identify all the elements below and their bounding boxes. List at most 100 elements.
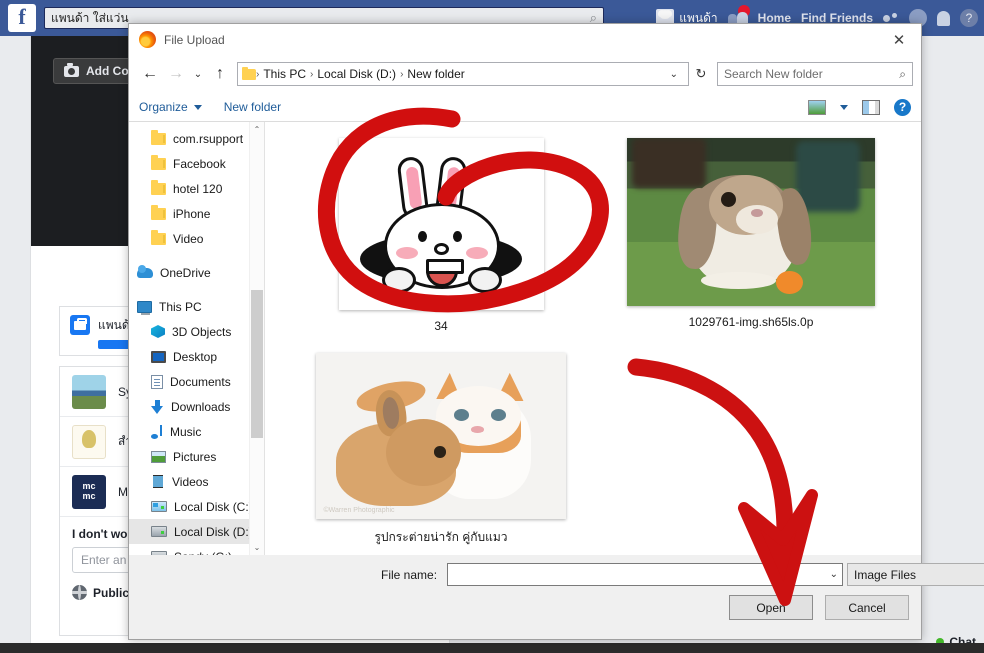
file-type-filter-dropdown[interactable]: Image Files ⌄	[847, 563, 984, 586]
tree-scrollbar[interactable]: ⌃ ⌄	[249, 122, 264, 555]
privacy-label: Public	[93, 585, 130, 600]
back-icon[interactable]: ←	[137, 61, 163, 87]
view-options-icon[interactable]	[808, 99, 826, 115]
dialog-buttons: Open Cancel	[729, 595, 909, 620]
open-button[interactable]: Open	[729, 595, 813, 620]
desktop-icon	[151, 350, 166, 363]
breadcrumb-local-disk-d[interactable]: Local Disk (D:)	[313, 67, 400, 81]
sidebar-item-videos[interactable]: Videos	[129, 469, 264, 494]
drive-icon	[151, 526, 167, 537]
scroll-up-icon[interactable]: ⌃	[250, 122, 264, 137]
chevron-down-icon[interactable]	[840, 104, 848, 110]
sidebar-item-local-disk-c[interactable]: Local Disk (C:)	[129, 494, 264, 519]
scroll-down-icon[interactable]: ⌄	[250, 540, 264, 555]
sidebar-item-3d-objects[interactable]: 3D Objects	[129, 319, 264, 344]
sidebar-item-onedrive[interactable]: OneDrive	[129, 260, 264, 285]
file-thumbnail[interactable]: ©Warren Photographic	[316, 353, 566, 519]
sidebar-item-local-disk-d[interactable]: Local Disk (D:)	[129, 519, 264, 544]
messages-icon[interactable]	[883, 13, 899, 23]
pictures-icon	[151, 450, 166, 463]
sidebar-item-label: 3D Objects	[172, 324, 232, 339]
globe-icon	[72, 585, 87, 600]
close-icon[interactable]: ✕	[877, 24, 921, 55]
add-cover-button[interactable]: Add Co	[53, 58, 140, 84]
dialog-toolbar: Organize New folder ?	[129, 93, 921, 122]
chevron-down-icon[interactable]: ⌄	[664, 69, 684, 80]
file-list-pane[interactable]: 34 1029761-img.sh65ls.0p ©Warren Photogr…	[268, 122, 921, 555]
sidebar-item-facebook[interactable]: Facebook	[129, 151, 264, 176]
file-upload-dialog: File Upload ✕ ← → ⌄ ↑ › This PC › Local …	[128, 23, 984, 640]
sidebar-item-music[interactable]: Music	[129, 419, 264, 444]
sidebar-item-label: OneDrive	[160, 265, 211, 280]
help-icon[interactable]: ?	[960, 9, 978, 27]
help-icon[interactable]: ?	[894, 98, 911, 116]
cony-rabbit-cartoon-image	[356, 155, 526, 305]
preview-pane-icon[interactable]	[862, 99, 880, 115]
file-thumbnail[interactable]	[627, 138, 875, 306]
refresh-icon[interactable]: ↻	[689, 62, 713, 86]
sidebar-item-label: This PC	[159, 299, 202, 314]
videos-icon	[151, 475, 165, 488]
sidebar-item-label: hotel 120	[173, 181, 223, 196]
firefox-icon	[139, 31, 156, 48]
file-name-label: รูปกระต่ายน่ารัก คู่กับแมว	[374, 530, 508, 544]
cancel-button[interactable]: Cancel	[825, 595, 909, 620]
file-name-row: File name: ⌄	[381, 563, 844, 586]
organize-button[interactable]: Organize	[139, 100, 202, 114]
file-item-cony[interactable]: 34	[286, 136, 596, 333]
sidebar-item-label: Downloads	[171, 399, 231, 414]
new-folder-button[interactable]: New folder	[224, 100, 281, 114]
file-name-label: 34	[434, 319, 448, 333]
file-type-filter-value: Image Files	[854, 567, 917, 582]
sidebar-item-label: Local Disk (C:)	[174, 499, 253, 514]
folder-icon	[151, 204, 166, 220]
bell-icon[interactable]	[937, 10, 950, 26]
dialog-navigation-bar: ← → ⌄ ↑ › This PC › Local Disk (D:) › Ne…	[129, 55, 921, 93]
sidebar-item-hotel-120[interactable]: hotel 120	[129, 176, 264, 201]
chevron-down-icon[interactable]: ⌄	[830, 569, 838, 580]
sidebar-item-iphone[interactable]: iPhone	[129, 201, 264, 226]
scrollbar-thumb[interactable]	[251, 290, 263, 438]
up-icon[interactable]: ↑	[207, 61, 233, 87]
add-cover-label: Add Co	[86, 64, 129, 78]
file-name-label: 1029761-img.sh65ls.0p	[688, 315, 814, 329]
file-thumbnail[interactable]	[338, 138, 544, 310]
sidebar-item-downloads[interactable]: Downloads	[129, 394, 264, 419]
sidebar-item-this-pc[interactable]: This PC	[129, 294, 264, 319]
file-item-lop-rabbit[interactable]: 1029761-img.sh65ls.0p	[596, 136, 906, 333]
search-placeholder: Search New folder	[724, 67, 823, 81]
facebook-search-value: แพนด้า ใส่แว่น	[51, 10, 129, 25]
documents-icon	[151, 374, 163, 389]
address-bar[interactable]: › This PC › Local Disk (D:) › New folder…	[237, 62, 689, 86]
downloads-icon	[151, 399, 164, 414]
sidebar-item-video[interactable]: Video	[129, 226, 264, 251]
breadcrumb-new-folder[interactable]: New folder	[403, 67, 468, 81]
sidebar-item-pictures[interactable]: Pictures	[129, 444, 264, 469]
forward-icon[interactable]: →	[163, 61, 189, 87]
computer-icon	[137, 300, 152, 315]
new-folder-label: New folder	[223, 100, 282, 114]
file-item-bunny-kitten[interactable]: ©Warren Photographic รูปกระต่ายน่ารัก คู…	[286, 351, 596, 547]
folder-icon	[242, 66, 256, 80]
dialog-titlebar: File Upload ✕	[129, 24, 921, 55]
sidebar-item-label: Pictures	[173, 449, 217, 464]
search-input[interactable]: Search New folder ⌕	[717, 62, 913, 86]
sidebar-item-label: Local Disk (D:)	[174, 524, 253, 539]
recent-locations-icon[interactable]: ⌄	[189, 61, 207, 87]
briefcase-icon	[70, 315, 90, 335]
facebook-logo-icon[interactable]: f	[8, 4, 36, 32]
sidebar-item-com-rsupport[interactable]: com.rsupport 📌	[129, 126, 264, 151]
breadcrumb-this-pc[interactable]: This PC	[259, 67, 310, 81]
sidebar-item-label: Video	[173, 231, 204, 246]
dialog-footer: File name: ⌄ Image Files ⌄ Open Cancel	[129, 555, 984, 639]
bunny-kitten-photo-image: ©Warren Photographic	[316, 353, 566, 519]
sidebar-item-desktop[interactable]: Desktop	[129, 344, 264, 369]
sidebar-item-label: Music	[170, 424, 202, 439]
sidebar-item-sandy-g[interactable]: Sandy (G:)	[129, 544, 264, 555]
music-icon	[151, 424, 163, 439]
sidebar-item-label: com.rsupport	[173, 131, 244, 146]
file-name-input[interactable]: ⌄	[447, 563, 844, 586]
page-thumbnail	[72, 374, 106, 409]
3d-objects-icon	[151, 325, 165, 338]
sidebar-item-documents[interactable]: Documents	[129, 369, 264, 394]
